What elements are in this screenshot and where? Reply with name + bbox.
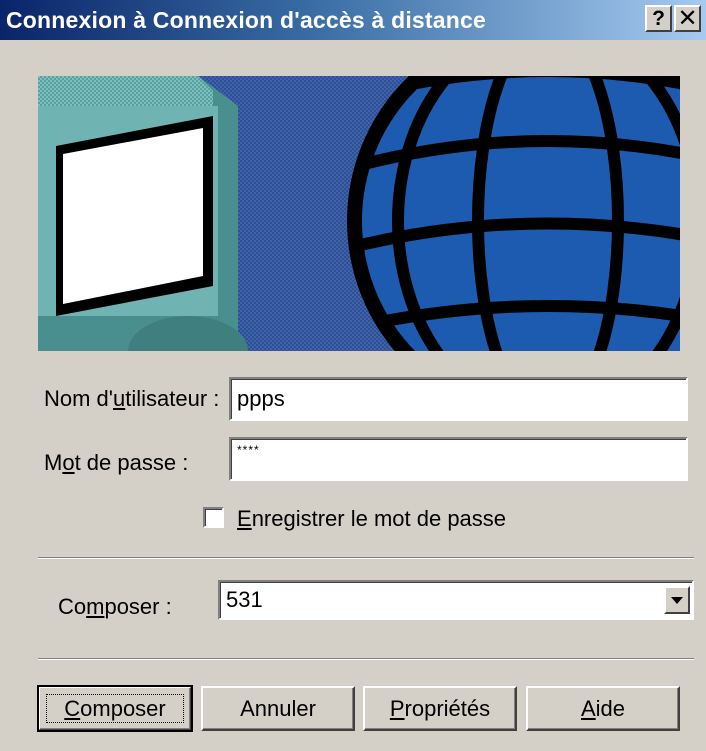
dial-label-accel: m bbox=[86, 594, 105, 619]
title-bar[interactable]: Connexion à Connexion d'accès à distance… bbox=[0, 0, 706, 40]
dial-button[interactable]: Composer bbox=[37, 685, 193, 732]
password-label-part: M bbox=[44, 450, 63, 475]
help-button-accel: A bbox=[580, 695, 596, 721]
properties-button-text: ropriétés bbox=[404, 695, 491, 721]
username-label-part: Nom d' bbox=[44, 386, 113, 411]
help-icon[interactable]: ? bbox=[645, 5, 672, 32]
username-field[interactable]: ppps bbox=[229, 377, 688, 421]
help-button-text: ide bbox=[595, 695, 626, 721]
dial-number-combobox[interactable]: 531 bbox=[218, 580, 694, 620]
monitor-icon bbox=[38, 76, 248, 351]
properties-button[interactable]: Propriétés bbox=[363, 686, 517, 731]
password-field[interactable]: **** bbox=[229, 437, 688, 481]
close-icon[interactable]: ✕ bbox=[674, 5, 701, 32]
dial-label-part: Co bbox=[58, 594, 87, 619]
username-label: Nom d'utilisateur : bbox=[44, 386, 219, 412]
properties-button-accel: P bbox=[389, 695, 405, 721]
dialup-network-banner bbox=[38, 76, 680, 351]
password-label-accel: o bbox=[62, 450, 75, 475]
save-password-checkbox[interactable] bbox=[203, 507, 224, 528]
window-title: Connexion à Connexion d'accès à distance bbox=[6, 6, 486, 33]
separator bbox=[38, 658, 694, 660]
dial-label-part2: poser : bbox=[104, 594, 172, 619]
password-label: Mot de passe : bbox=[44, 450, 188, 476]
username-label-accel: u bbox=[113, 386, 126, 411]
cancel-button[interactable]: Annuler bbox=[201, 686, 355, 731]
globe-icon bbox=[348, 76, 680, 351]
focus-rect bbox=[46, 694, 184, 723]
cancel-button-text: Annuler bbox=[240, 695, 316, 721]
chevron-down-icon[interactable] bbox=[664, 586, 690, 614]
help-button[interactable]: Aide bbox=[526, 686, 680, 731]
close-glyph: ✕ bbox=[677, 4, 698, 32]
dropdown-arrow-glyph bbox=[671, 596, 683, 604]
username-label-part2: tilisateur : bbox=[125, 386, 220, 411]
password-label-part2: t de passe : bbox=[74, 450, 189, 475]
separator bbox=[38, 557, 694, 559]
dial-label: Composer : bbox=[58, 594, 172, 620]
save-password-label[interactable]: Enregistrer le mot de passe bbox=[237, 506, 506, 532]
help-glyph: ? bbox=[652, 7, 665, 30]
save-password-accel: E bbox=[237, 506, 252, 531]
save-password-text: nregistrer le mot de passe bbox=[251, 506, 507, 531]
